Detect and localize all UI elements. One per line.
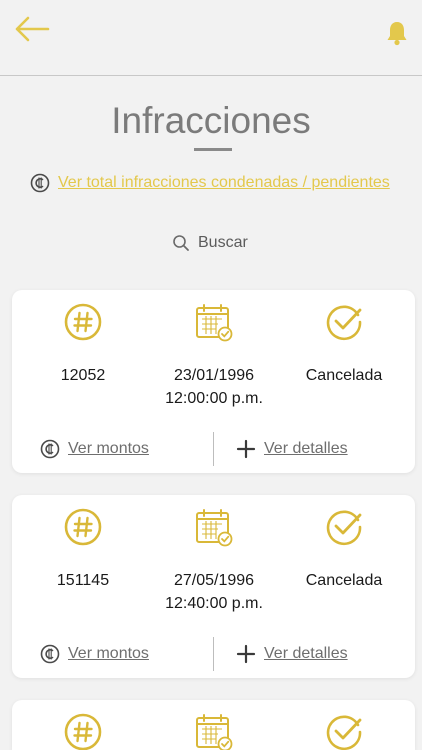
hash-icon — [64, 508, 102, 546]
back-button[interactable] — [12, 14, 52, 44]
infraction-date: 23/01/1996 — [173, 367, 255, 384]
top-bar — [0, 0, 422, 76]
search-placeholder: Buscar — [198, 234, 248, 251]
page-title: Infracciones — [111, 100, 311, 141]
view-amounts-label: Ver montos — [68, 440, 149, 457]
check-circle-icon — [326, 305, 362, 341]
view-details-label: Ver detalles — [264, 440, 348, 457]
search-icon — [173, 235, 189, 251]
view-amounts-label: Ver montos — [68, 645, 149, 662]
infraction-time: 12:00:00 p.m. — [165, 390, 263, 407]
card-divider — [213, 432, 214, 466]
view-details-link[interactable]: Ver detalles — [236, 438, 348, 460]
plus-icon — [236, 644, 256, 664]
check-circle-icon — [326, 715, 362, 750]
infraction-datetime: 27/05/1996 12:40:00 p.m. — [147, 569, 281, 615]
view-amounts-link[interactable]: Ver montos — [40, 438, 149, 460]
infraction-date: 27/05/1996 — [173, 572, 255, 589]
plus-icon — [236, 439, 256, 459]
bell-icon — [387, 22, 407, 46]
infraction-datetime: 23/01/1996 12:00:00 p.m. — [147, 364, 281, 410]
view-amounts-link[interactable]: Ver montos — [40, 643, 149, 665]
calendar-check-icon — [196, 714, 233, 750]
total-infractions-link[interactable]: Ver total infracciones condenadas / pend… — [30, 172, 390, 194]
total-link-label: Ver total infracciones condenadas / pend… — [58, 174, 390, 191]
title-underline — [194, 148, 232, 151]
hash-icon — [64, 713, 102, 750]
infraction-card: 151145 27/05/1996 12:40:00 p.m. Cancelad… — [12, 495, 415, 678]
colon-currency-icon — [40, 644, 60, 664]
check-circle-icon — [326, 510, 362, 546]
infraction-card — [12, 700, 415, 750]
infraction-time: 12:40:00 p.m. — [165, 595, 263, 612]
calendar-check-icon — [196, 304, 233, 342]
view-details-link[interactable]: Ver detalles — [236, 643, 348, 665]
infraction-card: 12052 23/01/1996 12:00:00 p.m. Cancelada — [12, 290, 415, 473]
hash-icon — [64, 303, 102, 341]
calendar-check-icon — [196, 509, 233, 547]
colon-currency-icon — [30, 173, 50, 193]
infraction-status: Cancelada — [305, 367, 383, 384]
infraction-number: 151145 — [56, 572, 110, 589]
infraction-number: 12052 — [60, 367, 106, 384]
infraction-status: Cancelada — [305, 572, 383, 589]
notifications-button[interactable] — [386, 20, 408, 46]
view-details-label: Ver detalles — [264, 645, 348, 662]
search-field[interactable]: Buscar — [172, 232, 248, 254]
arrow-left-icon — [15, 16, 50, 42]
card-divider — [213, 637, 214, 671]
colon-currency-icon — [40, 439, 60, 459]
